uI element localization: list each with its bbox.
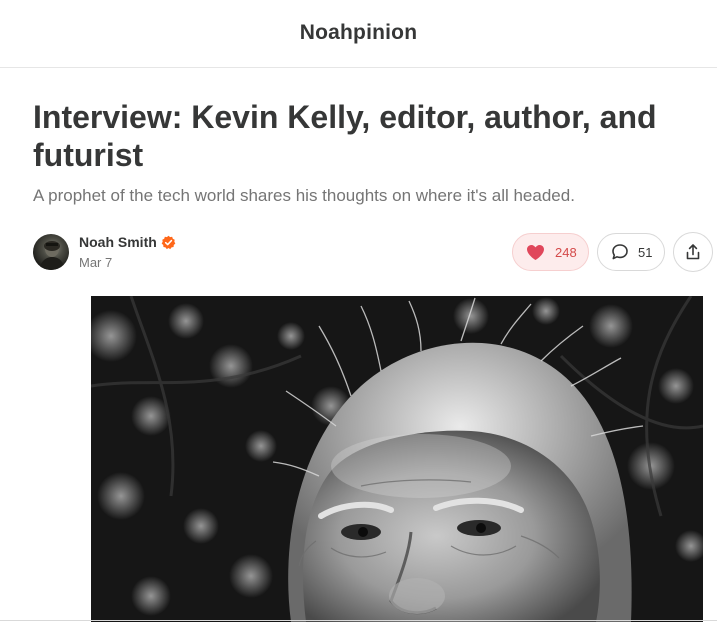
like-button[interactable]: 248	[512, 233, 589, 271]
post-subtitle: A prophet of the tech world shares his t…	[33, 186, 575, 205]
author-row: Noah Smith	[79, 233, 176, 251]
avatar[interactable]	[33, 233, 69, 270]
author-block: Noah Smith Mar 7	[79, 233, 176, 270]
heart-icon	[527, 244, 544, 260]
comment-button[interactable]: 51	[597, 233, 665, 271]
author-name[interactable]: Noah Smith	[79, 234, 157, 250]
top-bar: Noahpinion	[0, 0, 717, 68]
share-icon	[686, 244, 700, 260]
comment-bubble-icon	[612, 244, 628, 260]
hero-image[interactable]	[91, 296, 703, 622]
post-title: Interview: Kevin Kelly, editor, author, …	[33, 99, 657, 173]
post-date: Mar 7	[79, 255, 113, 270]
verified-badge-icon	[161, 235, 176, 249]
publication-name[interactable]: Noahpinion	[300, 21, 417, 45]
post-actions: 248 51	[512, 232, 713, 272]
comment-count: 51	[638, 244, 653, 260]
byline: Noah Smith Mar 7	[33, 233, 176, 270]
portrait-photo	[91, 296, 703, 622]
share-button[interactable]	[673, 232, 713, 272]
page-divider	[0, 620, 717, 621]
like-count: 248	[555, 244, 577, 260]
